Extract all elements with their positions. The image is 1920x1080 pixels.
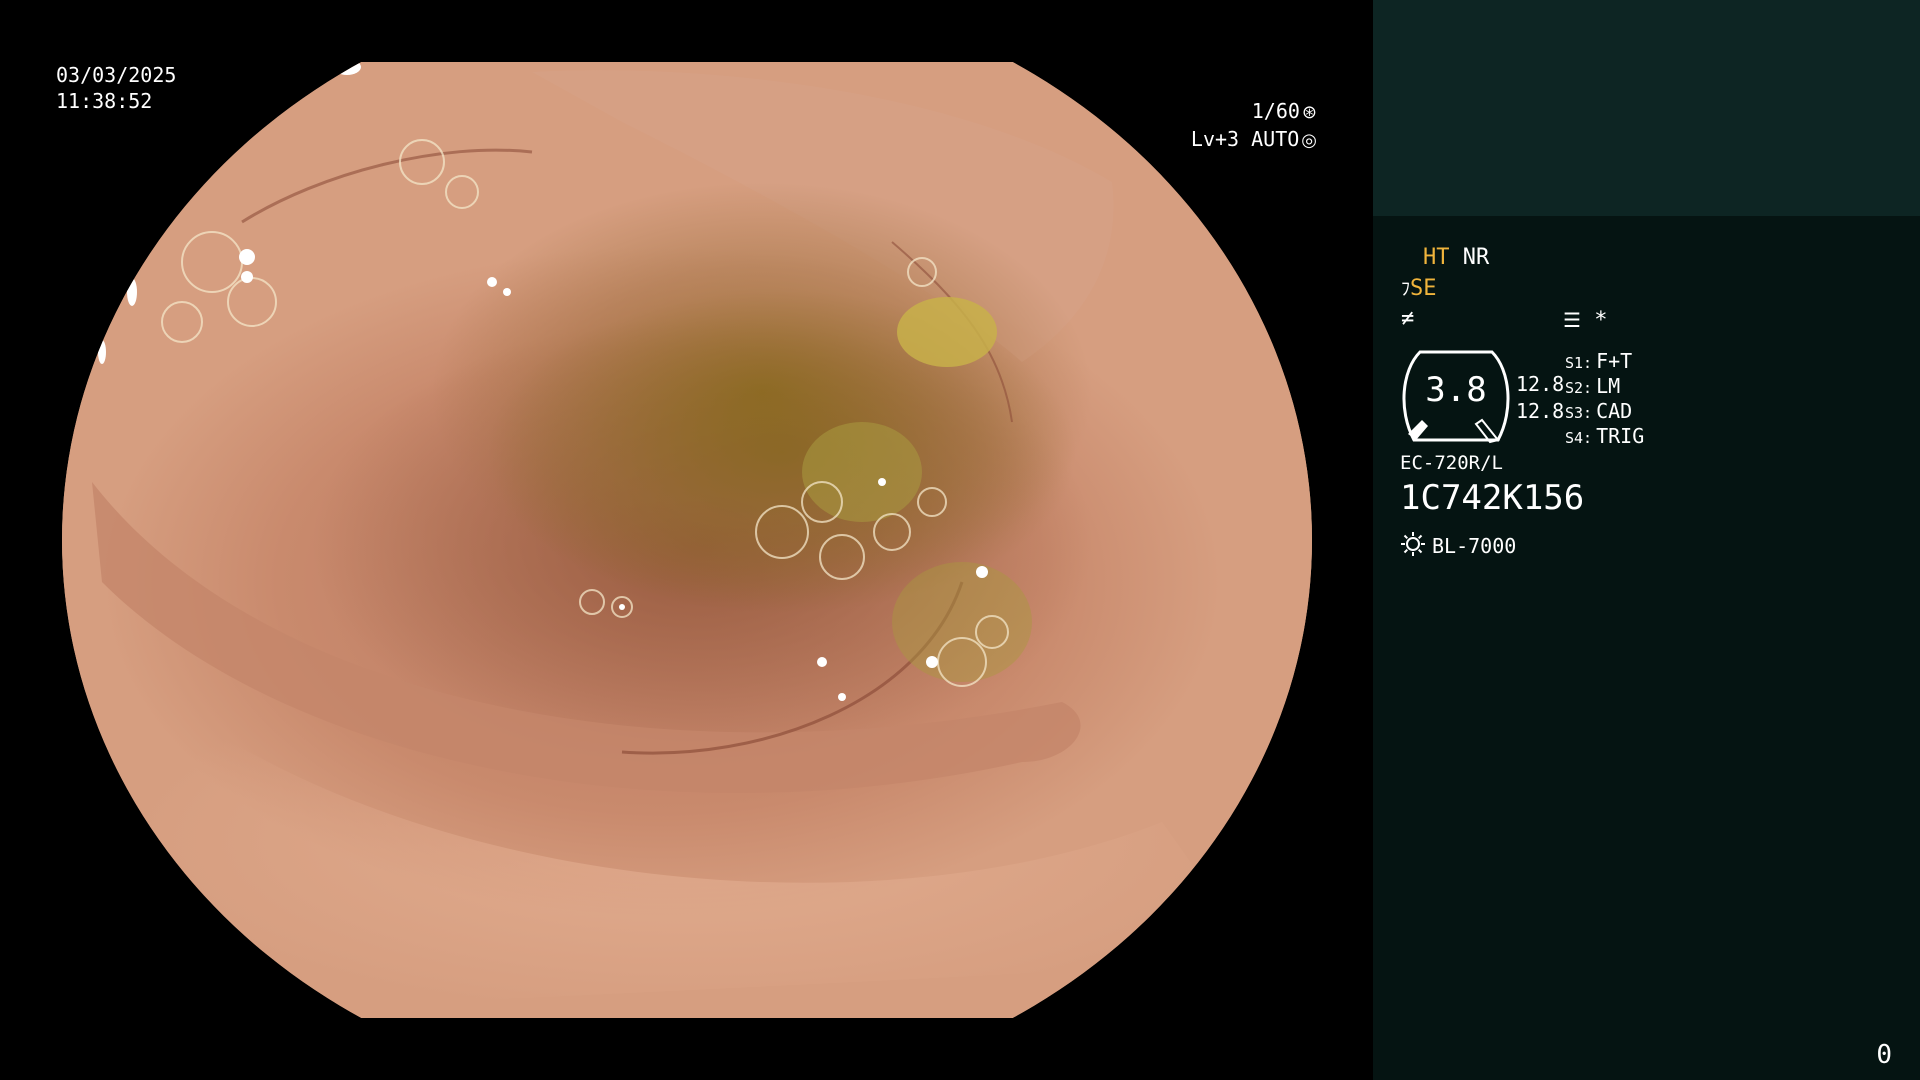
frame-counter: 0 xyxy=(1876,1040,1892,1070)
settings-list-icon: ☰ xyxy=(1563,308,1581,332)
mode-secondary: NR xyxy=(1462,245,1490,270)
shutter-speed-value: 1/60 xyxy=(1251,99,1300,123)
patient-info-box xyxy=(1373,0,1920,216)
se-label: SE xyxy=(1410,276,1437,301)
switch-3: S3: CAD xyxy=(1565,399,1632,425)
level-value-1: 12.8 xyxy=(1516,372,1565,396)
aperture-icon: ⊛ xyxy=(1301,102,1317,123)
scope-model: EC-720R/L xyxy=(1400,452,1503,474)
exam-time: 11:38:52 xyxy=(56,89,153,113)
info-panel: HT NR ﾌSE ≠ ☰ * 3.8 12.8 12.8 S1: F+T S2:… xyxy=(1373,0,1920,1080)
level-value-2: 12.8 xyxy=(1516,399,1565,423)
switch-2: S2: LM xyxy=(1565,374,1620,400)
switch-value: F+T xyxy=(1596,349,1633,373)
aux-symbol: * xyxy=(1594,308,1608,333)
switch-value: CAD xyxy=(1596,399,1633,423)
aux-status-row: ☰ * xyxy=(1563,306,1607,335)
light-source-row: BL-7000 xyxy=(1400,531,1516,560)
switch-4: S4: TRIG xyxy=(1565,424,1644,450)
exposure-mode: Lv+3 AUTO ◎ xyxy=(1191,126,1317,154)
light-bulb-icon xyxy=(1401,532,1425,556)
endoscopy-screen: 03/03/2025 11:38:52 1/60 ⊛ Lv+3 AUTO ◎ HT … xyxy=(0,0,1920,1080)
switch-1: S1: F+T xyxy=(1565,349,1632,375)
scope-serial: 1C742K156 xyxy=(1400,478,1585,518)
signal-enhance-icon: ﾌ xyxy=(1401,279,1410,300)
endoscope-view: 03/03/2025 11:38:52 1/60 ⊛ Lv+3 AUTO ◎ xyxy=(0,0,1373,1080)
switch-key: S3: xyxy=(1565,404,1593,422)
light-source-model: BL-7000 xyxy=(1432,534,1517,558)
switch-value: LM xyxy=(1596,374,1621,398)
filter-off-icon: ≠ xyxy=(1401,306,1415,331)
switch-key: S1: xyxy=(1565,354,1593,372)
endoscopic-image xyxy=(62,62,1312,1018)
mucosa-texture xyxy=(92,62,1262,1018)
structure-enhance-row: ﾌSE xyxy=(1401,275,1437,304)
switch-key: S2: xyxy=(1565,379,1593,397)
gauge-value: 3.8 xyxy=(1425,370,1487,410)
shutter-speed: 1/60 ⊛ xyxy=(1252,98,1317,126)
mode-primary: HT xyxy=(1423,245,1450,270)
image-mode-row: HT NR xyxy=(1423,244,1489,272)
exam-date: 03/03/2025 xyxy=(56,63,177,87)
switch-key: S4: xyxy=(1565,429,1593,447)
switch-value: TRIG xyxy=(1596,424,1645,448)
auto-exposure-icon: ◎ xyxy=(1301,130,1317,151)
exposure-mode-value: Lv+3 AUTO xyxy=(1190,127,1300,151)
